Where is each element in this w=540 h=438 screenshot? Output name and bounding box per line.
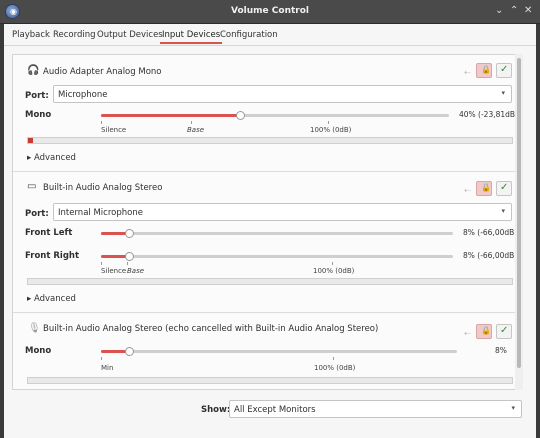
scale-label-silence: Silence <box>101 267 127 275</box>
advanced-expander[interactable]: ▸ Advanced <box>27 294 76 304</box>
device-separator <box>13 171 521 172</box>
device-name: Built-in Audio Analog Stereo (echo cance… <box>43 324 379 334</box>
volume-slider-knob[interactable] <box>236 111 246 120</box>
volume-slider[interactable] <box>101 232 453 235</box>
scale-label-100: 100% (0dB) <box>313 267 355 275</box>
scale-label-100: 100% (0dB) <box>310 126 352 134</box>
scale-tick <box>127 262 128 265</box>
volume-value: 8% <box>495 346 507 355</box>
volume-value: 8% (-66,00dB) <box>463 228 518 237</box>
microphone-icon: 🎙 <box>28 323 41 334</box>
mute-button[interactable]: 🔒 <box>476 181 492 196</box>
peak-meter <box>27 137 513 144</box>
port-label: Port: <box>25 209 49 219</box>
scale-tick <box>101 262 102 265</box>
set-default-button[interactable]: ✓ <box>496 63 512 78</box>
chevron-down-icon: ▾ <box>501 89 505 97</box>
monitor-icon: ▭ <box>27 181 37 192</box>
scale-tick <box>191 121 192 124</box>
advanced-label: Advanced <box>33 153 76 163</box>
show-filter-select[interactable]: All Except Monitors ▾ <box>229 400 522 418</box>
channel-label: Front Right <box>25 251 80 261</box>
set-default-button[interactable]: ✓ <box>496 324 512 339</box>
maximize-icon[interactable]: ⌃ <box>510 6 518 16</box>
tab-playback[interactable]: Playback <box>12 30 50 40</box>
mute-button[interactable]: 🔒 <box>476 63 492 78</box>
volume-slider-knob[interactable] <box>125 252 135 261</box>
scale-tick <box>333 357 334 360</box>
device-separator <box>13 312 521 313</box>
scale-tick <box>332 262 333 265</box>
scale-label-100: 100% (0dB) <box>314 364 356 372</box>
chevron-down-icon: ▾ <box>511 404 515 412</box>
volume-slider-knob[interactable] <box>125 347 135 356</box>
mute-button[interactable]: 🔒 <box>476 324 492 339</box>
scale-label-base: Base <box>127 267 145 275</box>
close-icon[interactable]: ✕ <box>524 6 532 16</box>
volume-slider[interactable] <box>101 255 453 258</box>
peak-meter <box>27 278 513 285</box>
port-select-value: Microphone <box>58 90 108 100</box>
channel-label: Mono <box>25 110 52 120</box>
window-title: Volume Control <box>231 6 309 16</box>
scale-label-silence: Silence <box>101 126 127 134</box>
volume-value: 8% (-66,00dB) <box>463 251 518 260</box>
lock-channels-icon[interactable]: ⇠ <box>464 186 471 195</box>
lock-channels-icon[interactable]: ⇠ <box>464 68 471 77</box>
port-label: Port: <box>25 91 49 101</box>
expander-arrow-icon: ▸ <box>27 153 34 163</box>
peak-meter-level <box>28 138 33 143</box>
device-list: 🎧 Audio Adapter Analog Mono ⇠ 🔒 ✓ Port: … <box>12 54 522 390</box>
peak-meter <box>27 377 513 384</box>
scale-label-base: Base <box>187 126 205 134</box>
volume-slider[interactable] <box>101 350 457 353</box>
port-select[interactable]: Internal Microphone ▾ <box>53 203 512 221</box>
expander-arrow-icon: ▸ <box>27 294 34 304</box>
window-titlebar: ◉ Volume Control ⌄ ⌃ ✕ <box>0 0 540 24</box>
main-window: Playback Recording Output Devices Input … <box>4 24 536 438</box>
scale-tick <box>101 121 102 124</box>
advanced-expander[interactable]: ▸ Advanced <box>27 153 76 163</box>
volume-slider-knob[interactable] <box>125 229 135 238</box>
tab-recording[interactable]: Recording <box>53 30 96 40</box>
channel-label: Front Left <box>25 228 73 238</box>
device-name: Audio Adapter Analog Mono <box>43 67 162 77</box>
tab-bar: Playback Recording Output Devices Input … <box>4 24 536 46</box>
port-select-value: Internal Microphone <box>58 208 143 218</box>
scale-label-min: Min <box>101 364 114 372</box>
chevron-down-icon: ▾ <box>501 207 505 215</box>
show-label: Show: <box>201 405 231 415</box>
tab-input-devices[interactable]: Input Devices <box>159 30 223 44</box>
lock-channels-icon[interactable]: ⇠ <box>464 329 471 338</box>
device-name: Built-in Audio Analog Stereo <box>43 183 163 193</box>
scale-tick <box>328 121 329 124</box>
advanced-label: Advanced <box>33 294 76 304</box>
minimize-icon[interactable]: ⌄ <box>495 6 503 16</box>
tab-configuration[interactable]: Configuration <box>220 30 278 40</box>
show-filter-value: All Except Monitors <box>234 405 316 415</box>
tab-output-devices[interactable]: Output Devices <box>97 30 163 40</box>
volume-value: 40% (-23,81dB) <box>459 110 518 119</box>
volume-slider-fill <box>101 114 241 117</box>
headphones-icon: 🎧 <box>27 65 40 76</box>
scrollbar-thumb[interactable] <box>517 58 521 368</box>
set-default-button[interactable]: ✓ <box>496 181 512 196</box>
scale-tick <box>101 357 102 360</box>
channel-label: Mono <box>25 346 52 356</box>
port-select[interactable]: Microphone ▾ <box>53 85 512 103</box>
device-list-scrollbar[interactable] <box>515 54 523 390</box>
